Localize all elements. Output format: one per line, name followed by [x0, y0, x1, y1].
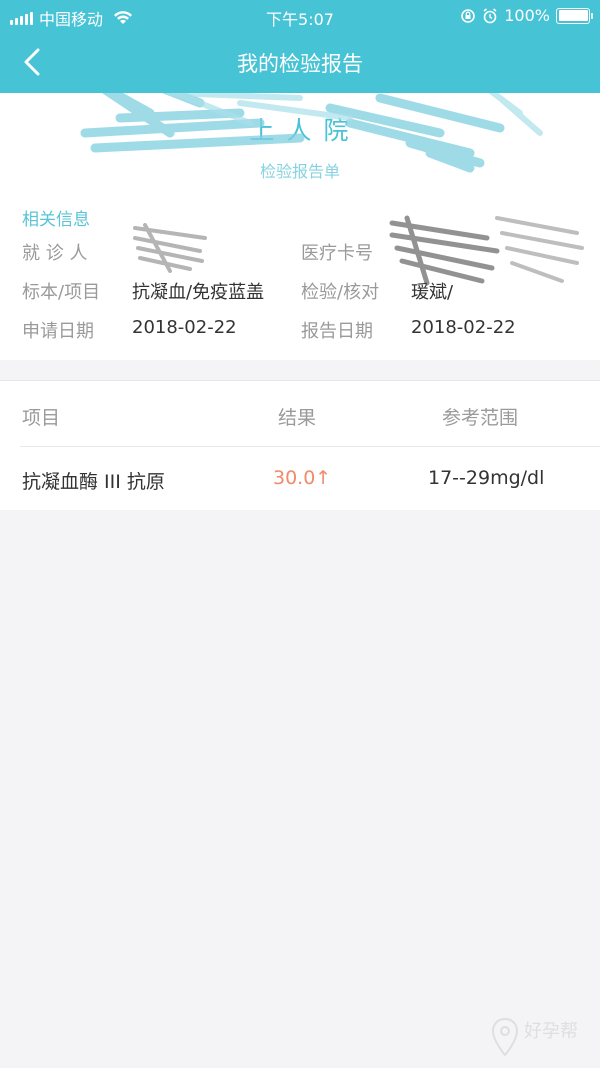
related-info-title: 相关信息 — [22, 210, 90, 230]
page-title: 我的检验报告 — [237, 52, 363, 76]
specimen-label: 标本/项目 — [22, 282, 101, 303]
hospital-name: 上 人 院 — [249, 116, 351, 145]
alarm-icon — [483, 7, 497, 23]
header-result: 结果 — [278, 407, 317, 429]
nav-bar: 我的检验报告 — [0, 32, 600, 93]
info-row-dates: 申请日期 2018-02-22 报告日期 2018-02-22 — [22, 317, 582, 347]
row-result: 30.0↑ — [273, 467, 332, 489]
row-range: 17--29mg/dl — [428, 467, 545, 489]
row-item: 抗凝血酶 III 抗原 — [22, 471, 165, 493]
top-bar: 中国移动 下午5:07 100% 我的检验报告 — [0, 0, 600, 93]
watermark-logo: 好孕帮 — [490, 1015, 590, 1060]
info-row-specimen: 标本/项目 抗凝血/免疫蓝盖 检验/核对 瑗斌/ — [22, 278, 582, 308]
results-table: 项目 结果 参考范围 抗凝血酶 III 抗原 30.0↑ 17--29mg/dl — [0, 380, 600, 510]
battery-percent: 100% — [504, 6, 550, 25]
redacted-card-number — [389, 215, 584, 286]
rotation-lock-icon — [461, 8, 476, 23]
report-date-value: 2018-02-22 — [411, 317, 516, 338]
header-range: 参考范围 — [442, 407, 519, 429]
patient-label: 就 诊 人 — [22, 243, 88, 264]
status-right: 100% — [460, 6, 593, 25]
info-row-patient: 就 诊 人 医疗卡号 — [22, 215, 584, 286]
apply-date-value: 2018-02-22 — [132, 317, 237, 338]
status-bar: 中国移动 下午5:07 100% — [0, 0, 600, 32]
watermark-text: 好孕帮 — [524, 1021, 578, 1042]
report-header-card: 上 人 院 检验报告单 相关信息 就 诊 人 医疗卡号 标本/项目 抗凝血/免疫… — [0, 93, 600, 360]
checker-value: 瑗斌/ — [411, 282, 454, 303]
apply-date-label: 申请日期 — [22, 321, 94, 342]
medical-card-label: 医疗卡号 — [301, 243, 373, 264]
specimen-value: 抗凝血/免疫蓝盖 — [132, 282, 265, 303]
report-date-label: 报告日期 — [301, 321, 373, 342]
report-page: 中国移动 下午5:07 100% 我的检验报告 上 人 院 检验报告单 相关信息… — [0, 0, 600, 1068]
related-info-section: 相关信息 就 诊 人 医疗卡号 标本/项目 抗凝血/免疫蓝盖 检验/核对 瑗斌/… — [22, 205, 584, 342]
battery-icon — [556, 7, 593, 24]
checker-label: 检验/核对 — [301, 282, 380, 303]
location-pin-icon — [491, 1017, 519, 1057]
redacted-patient-name — [133, 223, 207, 273]
header-item: 项目 — [22, 407, 61, 429]
table-divider — [20, 446, 600, 447]
report-subtitle: 检验报告单 — [259, 162, 340, 181]
